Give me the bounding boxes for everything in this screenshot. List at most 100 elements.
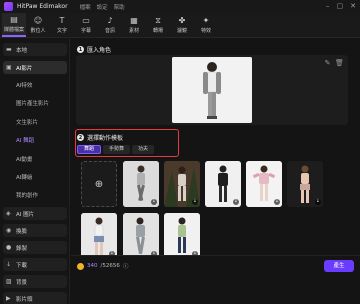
generate-button[interactable]: 產生	[324, 260, 354, 272]
face-swap-icon: ◉	[6, 227, 12, 234]
menu-file[interactable]: 檔案	[80, 3, 91, 11]
add-person-icon: ⊕	[94, 178, 104, 190]
folder-icon: ▤	[10, 15, 18, 24]
tool-stickers[interactable]: ▦ 素材	[122, 13, 146, 37]
tool-label: 素材	[128, 28, 139, 34]
character-preview-image	[172, 57, 252, 123]
sidebar-item-label: 錄製	[16, 245, 28, 252]
add-template-card[interactable]: ⊕	[81, 161, 117, 207]
avatar-icon: ☺	[33, 16, 43, 25]
info-icon[interactable]: ⓘ	[123, 262, 129, 270]
edit-icon[interactable]: ✎	[323, 59, 332, 68]
menu-settings[interactable]: 設定	[97, 3, 108, 11]
tab-kungfu[interactable]: 功夫	[132, 145, 155, 154]
character-upload-panel[interactable]: ✎ 🗑	[76, 55, 348, 125]
step2-title: 選擇動作模板	[87, 135, 124, 142]
sidebar-item-film-head[interactable]: ▶ 影片頭	[3, 292, 67, 304]
tool-label: 文字	[56, 28, 67, 34]
step-number: 2	[77, 134, 84, 141]
text-icon: T	[59, 16, 65, 25]
download-icon[interactable]: ↓	[151, 199, 157, 205]
window-controls: – ▢ ✕	[326, 2, 356, 10]
template-card[interactable]: ↓	[287, 161, 323, 207]
tool-label: 特效	[200, 28, 211, 34]
tool-media[interactable]: ▤ 媒體檔案	[2, 13, 26, 37]
sidebar-item-ai-image[interactable]: ◈ AI 圖片	[3, 207, 67, 220]
credits-used: 340	[87, 263, 98, 269]
download-icon[interactable]: ↓	[315, 199, 321, 205]
sidebar-item-record[interactable]: ● 錄製	[3, 241, 67, 254]
step-number: 1	[77, 46, 84, 53]
footer-bar: 340 /52656 ⓘ 產生	[71, 255, 360, 276]
tool-effects[interactable]: ✦ 特效	[194, 13, 218, 37]
maximize-icon[interactable]: ▢	[337, 2, 344, 10]
title-bar: HitPaw Edimakor 檔案 設定 幫助 – ▢ ✕	[0, 0, 360, 13]
download-icon[interactable]: ↓	[192, 199, 198, 205]
sidebar-item-ai-dance[interactable]: AI 舞蹈	[16, 136, 34, 144]
ai-icon: ◈	[6, 210, 11, 217]
step1-heading: 1 匯入角色	[77, 45, 111, 54]
sidebar-item-swap[interactable]: ◉ 換臉	[3, 224, 67, 237]
folder-icon: ▬	[6, 46, 12, 53]
tool-label: 濾鏡	[176, 28, 187, 34]
download-icon: ↓	[6, 261, 12, 268]
template-card[interactable]: ↓	[246, 161, 282, 207]
app-title: HitPaw Edimakor	[17, 3, 68, 10]
video-icon: ▣	[6, 64, 12, 71]
delete-icon[interactable]: 🗑	[335, 59, 344, 68]
template-card[interactable]: ↓	[81, 213, 117, 259]
sidebar-item-ai-animation[interactable]: AI動畫	[16, 155, 32, 163]
sidebar-item-text-to-video[interactable]: 文生影片	[16, 118, 38, 126]
sidebar-item-label: 影片頭	[16, 296, 33, 303]
credits-counter: 340 /52656 ⓘ	[77, 262, 128, 270]
sidebar: ▬ 本地 ▣ AI影片 AI特效 圖片產生影片 文生影片 AI 舞蹈 AI動畫 …	[0, 39, 70, 304]
tool-avatar[interactable]: ☺ 數位人	[26, 13, 50, 37]
tool-label: 數位人	[30, 28, 46, 34]
close-icon[interactable]: ✕	[350, 2, 356, 10]
sidebar-item-local[interactable]: ▬ 本地	[3, 43, 67, 56]
caption-icon: ▭	[82, 16, 90, 25]
tab-gesture-dance[interactable]: 手勢舞	[103, 145, 131, 154]
tool-transition[interactable]: ⧖ 轉場	[146, 13, 170, 37]
tool-label: 媒體檔案	[3, 27, 24, 33]
menu-help[interactable]: 幫助	[114, 3, 125, 11]
tool-label: 音訊	[104, 28, 115, 34]
tab-dance[interactable]: 舞蹈	[77, 145, 102, 154]
template-card[interactable]: ↓	[123, 213, 159, 259]
tool-caption[interactable]: ▭ 字幕	[74, 13, 98, 37]
main-toolbar: ▤ 媒體檔案 ☺ 數位人 T 文字 ▭ 字幕 ♪ 音訊 ▦ 素材 ⧖ 轉場 ✤ …	[0, 13, 360, 38]
tool-label: 字幕	[80, 28, 91, 34]
sidebar-item-image-to-video[interactable]: 圖片產生影片	[16, 99, 49, 107]
sidebar-item-label: 背景	[16, 279, 28, 286]
step1-title: 匯入角色	[87, 47, 112, 54]
person-figure-icon	[172, 57, 252, 123]
template-card[interactable]: ↓	[123, 161, 159, 207]
effects-icon: ✦	[202, 16, 210, 25]
template-card[interactable]: ↓	[164, 213, 200, 259]
step2-heading: 2 選擇動作模板	[77, 133, 123, 142]
sidebar-item-my-creations[interactable]: 我的創作	[16, 191, 38, 199]
download-icon[interactable]: ↓	[233, 199, 239, 205]
credits-total: /52656	[100, 263, 120, 269]
sidebar-item-label: AI影片	[16, 65, 33, 72]
template-card[interactable]: ↓	[205, 161, 241, 207]
sidebar-item-background[interactable]: ▨ 背景	[3, 275, 67, 288]
tool-label: 轉場	[152, 28, 163, 34]
sidebar-item-ai-redraw[interactable]: AI轉繪	[16, 173, 32, 181]
sidebar-item-download[interactable]: ↓ 下載	[3, 258, 67, 271]
template-card[interactable]: ↓	[164, 161, 200, 207]
record-icon: ●	[6, 244, 12, 251]
minimize-icon[interactable]: –	[326, 2, 330, 10]
tool-audio[interactable]: ♪ 音訊	[98, 13, 122, 37]
sidebar-item-label: 本地	[16, 47, 28, 54]
film-icon: ▶	[6, 295, 11, 302]
tool-filter[interactable]: ✤ 濾鏡	[170, 13, 194, 37]
sidebar-item-ai-video[interactable]: ▣ AI影片	[3, 61, 67, 74]
coin-icon	[77, 262, 84, 270]
download-icon[interactable]: ↓	[274, 199, 280, 205]
sidebar-item-ai-effects[interactable]: AI特效	[16, 81, 32, 89]
sidebar-item-label: 下載	[16, 262, 28, 269]
music-icon: ♪	[107, 16, 113, 25]
sidebar-item-label: 換臉	[16, 228, 28, 235]
tool-text[interactable]: T 文字	[50, 13, 74, 37]
